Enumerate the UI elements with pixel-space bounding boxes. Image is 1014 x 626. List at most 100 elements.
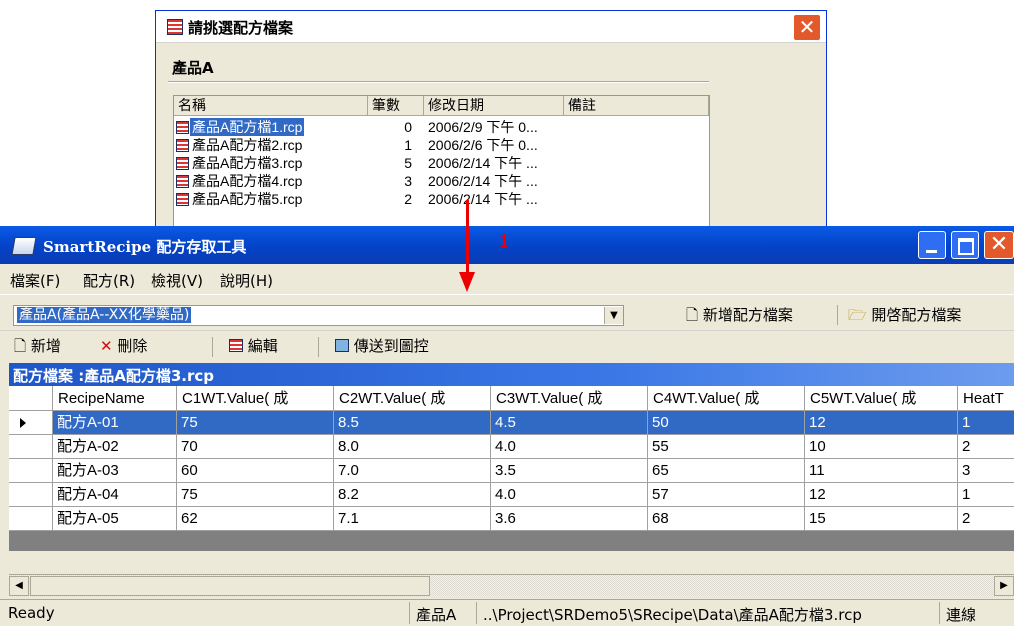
file-list-item[interactable]: 產品A配方檔3.rcp 5 2006/2/14 下午 ... xyxy=(174,154,709,172)
table-cell[interactable]: 配方A-01 xyxy=(53,411,177,435)
status-connection: 連線 xyxy=(946,606,977,624)
product-toolbar: 產品A(產品A--XX化學藥品) ▼ 🗋 新增配方檔案 🗁 開啓配方檔案 xyxy=(0,294,1014,331)
row-selector[interactable] xyxy=(9,435,53,459)
maximize-button[interactable] xyxy=(951,231,979,259)
row-selector[interactable] xyxy=(9,507,53,531)
status-divider xyxy=(476,602,477,624)
table-cell[interactable]: 4.5 xyxy=(491,411,648,435)
file-list-item[interactable]: 產品A配方檔4.rcp 3 2006/2/14 下午 ... xyxy=(174,172,709,190)
table-cell[interactable]: 8.5 xyxy=(334,411,491,435)
table-cell[interactable]: 4.0 xyxy=(491,435,648,459)
annotation-step-number: 1 xyxy=(499,230,509,252)
edit-recipe-button[interactable]: 編輯 xyxy=(229,334,278,358)
annotation-arrow-head xyxy=(459,272,475,292)
recipe-grid[interactable]: RecipeName C1WT.Value( 成 C2WT.Value( 成 C… xyxy=(9,386,1014,551)
dialog-close-button[interactable]: ✕ xyxy=(793,14,821,41)
table-cell[interactable]: 57 xyxy=(648,483,805,507)
table-cell[interactable]: 60 xyxy=(177,459,334,483)
col-header-heatt[interactable]: HeatT xyxy=(958,386,1014,411)
file-list-item[interactable]: 產品A配方檔1.rcp 0 2006/2/9 下午 0... xyxy=(174,118,709,136)
table-cell[interactable]: 配方A-02 xyxy=(53,435,177,459)
table-cell[interactable]: 7.0 xyxy=(334,459,491,483)
col-header-count[interactable]: 筆數 xyxy=(368,96,424,116)
app-icon xyxy=(11,237,37,255)
row-selector[interactable] xyxy=(9,459,53,483)
menu-help[interactable]: 說明(H) xyxy=(220,270,273,291)
table-cell[interactable]: 62 xyxy=(177,507,334,531)
toolbar-divider xyxy=(212,337,213,357)
table-cell[interactable]: 12 xyxy=(805,483,958,507)
recipe-file-icon xyxy=(176,157,189,170)
row-selector[interactable] xyxy=(9,483,53,507)
table-cell[interactable]: 68 xyxy=(648,507,805,531)
table-cell[interactable]: 70 xyxy=(177,435,334,459)
col-header-date[interactable]: 修改日期 xyxy=(424,96,564,116)
table-cell[interactable]: 8.0 xyxy=(334,435,491,459)
table-cell[interactable]: 2 xyxy=(958,507,1014,531)
horizontal-scrollbar[interactable]: ◀ ▶ xyxy=(9,574,1014,597)
table-cell[interactable]: 1 xyxy=(958,411,1014,435)
menu-view[interactable]: 檢視(V) xyxy=(151,270,203,291)
col-header-note[interactable]: 備註 xyxy=(564,96,709,116)
close-button[interactable]: ✕ xyxy=(984,231,1014,259)
status-bar: Ready 產品A ..\Project\SRDemo5\SRecipe\Dat… xyxy=(0,599,1014,626)
smartrecipe-window: SmartRecipe 配方存取工具 ✕ 檔案(F) 配方(R) 檢視(V) 說… xyxy=(0,226,1014,626)
table-cell[interactable]: 50 xyxy=(648,411,805,435)
table-cell[interactable]: 10 xyxy=(805,435,958,459)
recipe-file-list[interactable]: 名稱 筆數 修改日期 備註 產品A配方檔1.rcp 0 2006/2/9 下午 … xyxy=(173,95,710,231)
window-title: SmartRecipe 配方存取工具 xyxy=(43,238,247,256)
status-product: 產品A xyxy=(416,606,457,624)
table-cell[interactable]: 65 xyxy=(648,459,805,483)
table-cell[interactable]: 配方A-04 xyxy=(53,483,177,507)
col-header-c4wt[interactable]: C4WT.Value( 成 xyxy=(648,386,805,411)
recipe-file-icon xyxy=(176,193,189,206)
scrollbar-thumb[interactable] xyxy=(30,576,430,596)
scroll-left-arrow-icon[interactable]: ◀ xyxy=(9,576,29,596)
delete-recipe-button[interactable]: ✕ 刪除 xyxy=(100,334,147,358)
table-cell[interactable]: 3.5 xyxy=(491,459,648,483)
table-cell[interactable]: 配方A-05 xyxy=(53,507,177,531)
col-header-c5wt[interactable]: C5WT.Value( 成 xyxy=(805,386,958,411)
status-state: Ready xyxy=(8,604,55,622)
table-cell[interactable]: 11 xyxy=(805,459,958,483)
table-cell[interactable]: 15 xyxy=(805,507,958,531)
new-recipe-button[interactable]: 🗋 新增 xyxy=(14,334,61,358)
col-header-c3wt[interactable]: C3WT.Value( 成 xyxy=(491,386,648,411)
table-cell[interactable]: 4.0 xyxy=(491,483,648,507)
minimize-button[interactable] xyxy=(918,231,946,259)
scroll-right-arrow-icon[interactable]: ▶ xyxy=(994,576,1014,596)
current-row-arrow-icon xyxy=(20,418,26,428)
table-cell[interactable]: 8.2 xyxy=(334,483,491,507)
table-cell[interactable]: 7.1 xyxy=(334,507,491,531)
dialog-title: 請挑選配方檔案 xyxy=(188,19,294,37)
table-cell[interactable]: 3 xyxy=(958,459,1014,483)
table-cell[interactable]: 3.6 xyxy=(491,507,648,531)
table-cell[interactable]: 12 xyxy=(805,411,958,435)
table-cell[interactable]: 75 xyxy=(177,483,334,507)
status-path: ..\Project\SRDemo5\SRecipe\Data\產品A配方檔3.… xyxy=(483,606,862,624)
new-file-button[interactable]: 🗋 新增配方檔案 xyxy=(686,303,793,327)
col-header-c2wt[interactable]: C2WT.Value( 成 xyxy=(334,386,491,411)
toolbar-divider xyxy=(318,337,319,357)
chevron-down-icon[interactable]: ▼ xyxy=(604,307,623,324)
table-cell[interactable]: 2 xyxy=(958,435,1014,459)
dialog-divider xyxy=(168,81,709,83)
menu-file[interactable]: 檔案(F) xyxy=(10,270,60,291)
product-select[interactable]: 產品A(產品A--XX化學藥品) ▼ xyxy=(13,305,624,326)
open-file-button[interactable]: 🗁 開啓配方檔案 xyxy=(848,303,961,327)
file-list-item[interactable]: 產品A配方檔5.rcp 2 2006/2/14 下午 ... xyxy=(174,190,709,208)
table-cell[interactable]: 配方A-03 xyxy=(53,459,177,483)
recipe-file-icon xyxy=(176,121,189,134)
menu-recipe[interactable]: 配方(R) xyxy=(83,270,135,291)
product-select-value: 產品A(產品A--XX化學藥品) xyxy=(17,307,192,323)
col-header-c1wt[interactable]: C1WT.Value( 成 xyxy=(177,386,334,411)
table-cell[interactable]: 75 xyxy=(177,411,334,435)
file-list-item[interactable]: 產品A配方檔2.rcp 1 2006/2/6 下午 0... xyxy=(174,136,709,154)
table-cell[interactable]: 1 xyxy=(958,483,1014,507)
row-selector[interactable] xyxy=(9,411,53,435)
new-document-icon: 🗋 xyxy=(14,337,27,355)
col-header-recipename[interactable]: RecipeName xyxy=(53,386,177,411)
table-cell[interactable]: 55 xyxy=(648,435,805,459)
send-to-scada-button[interactable]: 傳送到圖控 xyxy=(335,334,429,358)
col-header-name[interactable]: 名稱 xyxy=(174,96,368,116)
